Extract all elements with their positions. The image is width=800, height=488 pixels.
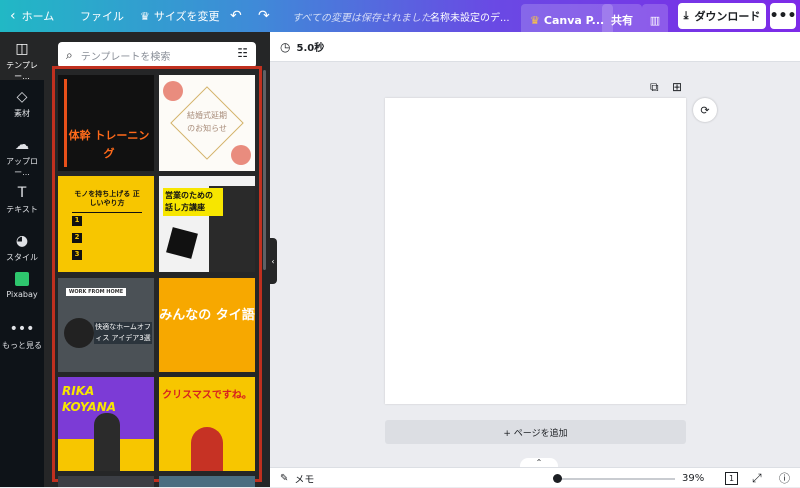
editor-toolbar: ◷ 5.0秒 [270, 32, 800, 62]
notes-button[interactable]: ✎ メモ [280, 468, 314, 488]
sidebar-item-label: もっと見る [2, 341, 42, 350]
panel-scrollbar[interactable] [263, 70, 266, 270]
sidebar-item-templates[interactable]: ◫ テンプレー... [0, 32, 44, 81]
text-icon: T [17, 185, 27, 201]
sidebar-item-label: Pixabay [6, 290, 38, 299]
template-thumbnail[interactable]: モノを持ち上げる 正しいやり方 1 2 3 [58, 176, 154, 272]
template-title: 営業のための 話し方講座 [163, 188, 223, 216]
step-number: 2 [72, 233, 82, 243]
sidebar-rail: ◫ テンプレー... ◇ 素材 ☁ アップロー... T テキスト ◕ スタイル… [0, 32, 44, 487]
template-title: みんなの タイ語 [159, 308, 255, 323]
timer-icon[interactable]: ◷ [280, 40, 290, 54]
template-header: WORK FROM HOME [66, 288, 126, 296]
pixabay-icon [0, 268, 44, 290]
template-thumbnail[interactable]: 結婚式延期のお知らせ [159, 75, 255, 171]
step-number: 1 [72, 216, 82, 226]
page-count: 1 [725, 471, 739, 485]
template-thumbnail[interactable]: 体幹 トレーニング [58, 75, 154, 171]
template-title: 結婚式延期のお知らせ [187, 111, 227, 133]
search-placeholder: テンプレートを検索 [80, 51, 171, 63]
crown-icon: ♛ [140, 9, 150, 23]
download-button[interactable]: ⤓ ダウンロード [678, 3, 766, 29]
resize-button[interactable]: ♛ サイズを変更 [140, 0, 220, 32]
crown-icon: ♛ [530, 13, 540, 27]
chevron-up-icon: ⌃ [535, 458, 543, 467]
cloud-upload-icon: ☁ [15, 137, 29, 153]
template-thumbnail[interactable]: WORK FROM HOME 快適なホームオフィス アイデア3選 [58, 278, 154, 372]
sidebar-item-label: 素材 [14, 109, 30, 118]
download-label: ダウンロード [694, 10, 761, 23]
sidebar-item-pixabay[interactable]: Pixabay [0, 262, 44, 310]
coffee-photo [64, 318, 94, 348]
top-bar: ‹ ホーム ファイル ♛ サイズを変更 ↶ ↷ すべての変更は保存されました 名… [0, 0, 800, 36]
ellipsis-icon: ••• [9, 321, 35, 337]
add-page-button[interactable]: + ページを追加 [385, 420, 686, 444]
template-thumbnail[interactable]: クリスマスですね。 [159, 377, 255, 471]
sidebar-item-uploads[interactable]: ☁ アップロー... [0, 128, 44, 177]
more-options-button[interactable]: ••• [770, 3, 796, 29]
comment-icon: ⟳ [700, 103, 710, 117]
template-title: クリスマスですね。 [162, 390, 252, 401]
sidebar-item-elements[interactable]: ◇ 素材 [0, 80, 44, 128]
template-thumbnail[interactable]: みんなの タイ語 [159, 278, 255, 372]
template-title: RIKA KOYANA [62, 384, 117, 414]
sidebar-item-more[interactable]: ••• もっと見る [0, 312, 44, 360]
undo-icon[interactable]: ↶ [230, 0, 242, 32]
sidebar-item-text[interactable]: T テキスト [0, 176, 44, 224]
templates-icon: ◫ [15, 41, 29, 57]
burst-shape [166, 227, 198, 259]
add-page-icon[interactable]: ⊞ [672, 80, 682, 94]
template-title: モノを持ち上げる 正しいやり方 [72, 190, 142, 213]
canva-pro-label: Canva P... [543, 13, 605, 27]
help-icon[interactable]: ⓘ [779, 468, 790, 488]
flower-decoration [163, 81, 183, 101]
save-status: すべての変更は保存されました [292, 12, 431, 24]
zoom-level[interactable]: 39% [682, 468, 704, 488]
template-thumbnail[interactable]: RIKA KOYANA [58, 377, 154, 471]
template-title: 快適なホームオフィス アイデア3選 [94, 322, 152, 344]
person-photo [94, 413, 120, 471]
sidebar-item-label: テキスト [6, 205, 38, 214]
design-page[interactable] [385, 98, 686, 404]
notes-icon: ✎ [280, 472, 289, 484]
redo-icon[interactable]: ↷ [258, 0, 270, 32]
file-menu[interactable]: ファイル [80, 0, 124, 32]
editor-footer: ✎ メモ 39% 1 ⤢ ⓘ [270, 467, 800, 487]
accent-bar [64, 79, 67, 167]
filter-icon[interactable]: ☷ [237, 46, 248, 60]
document-title[interactable]: 名称未設定のデ... [430, 0, 510, 32]
collapse-panel-button[interactable]: ‹ [269, 238, 277, 284]
duration-label[interactable]: 5.0秒 [296, 39, 324, 54]
fullscreen-icon[interactable]: ⤢ [752, 468, 762, 488]
flower-decoration [231, 145, 251, 165]
template-thumbnail[interactable] [159, 476, 255, 487]
bar-chart-icon: ▥ [649, 13, 661, 27]
shapes-icon: ◇ [16, 89, 28, 105]
template-thumbnail[interactable]: 営業のための 話し方講座 [159, 176, 255, 272]
sidebar-item-label: テンプレー... [6, 61, 38, 81]
zoom-slider-track[interactable] [555, 478, 675, 480]
template-title: 体幹 トレーニング [68, 129, 150, 160]
home-label: ホーム [21, 10, 55, 23]
duplicate-page-icon[interactable]: ⧉ [650, 80, 659, 95]
comment-button[interactable]: ⟳ [693, 98, 717, 122]
zoom-slider-thumb[interactable] [553, 474, 562, 483]
sidebar-item-label: スタイル [6, 253, 38, 262]
download-icon: ⤓ [683, 9, 689, 22]
page-count-button[interactable]: 1 [725, 468, 739, 488]
notes-label: メモ [294, 474, 315, 486]
palette-icon: ◕ [15, 233, 29, 249]
chevron-left-icon: ‹ [10, 8, 16, 24]
template-thumbnail[interactable] [58, 476, 154, 487]
sidebar-item-label: アップロー... [6, 157, 38, 177]
search-input[interactable]: ⌕ テンプレートを検索 ☷ [58, 42, 256, 68]
resize-label: サイズを変更 [153, 10, 220, 23]
step-number: 3 [72, 250, 82, 260]
chevron-left-icon: ‹ [271, 256, 275, 266]
home-button[interactable]: ‹ ホーム [10, 0, 54, 32]
ellipsis-icon: ••• [769, 8, 797, 24]
search-icon: ⌕ [66, 47, 73, 62]
reindeer-illustration [191, 427, 223, 471]
